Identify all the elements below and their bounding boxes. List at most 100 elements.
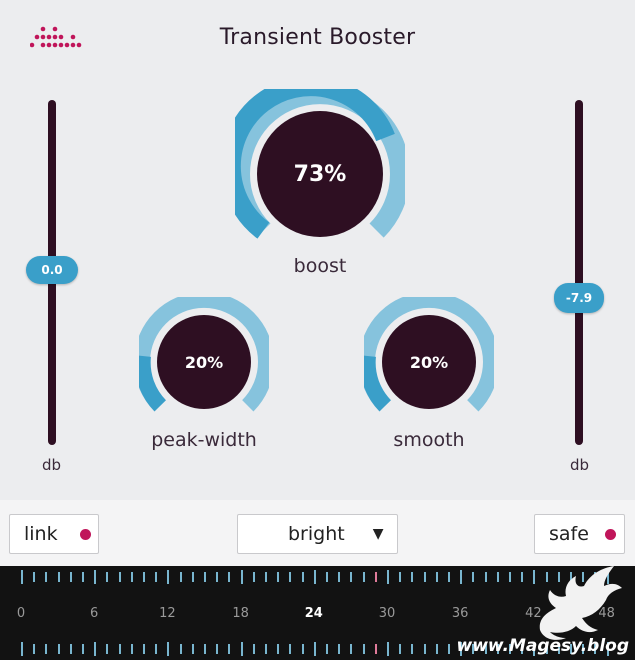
ruler-tick [45,644,48,654]
ruler-tick [216,572,219,582]
ruler-tick [118,644,121,654]
ruler-tick [313,642,316,656]
ruler-tick [240,570,243,584]
ruler-tick [362,644,365,654]
ruler-tick [21,570,23,584]
ruler-tick [460,570,463,584]
smooth-label: smooth [393,429,465,451]
ruler-tick [118,572,121,582]
ruler-tick [326,572,328,582]
ruler-tick [204,644,206,654]
smooth-knob[interactable]: 20% [364,297,494,427]
peak-width-value: 20% [184,352,224,372]
ruler-label: 6 [90,606,99,621]
ruler-tick [167,570,170,584]
ruler-label: 36 [451,606,469,621]
ruler-tick [411,572,414,582]
right-slider-unit: db [570,456,590,474]
ruler-tick [411,644,414,654]
ruler-label: 12 [159,606,176,621]
chevron-down-icon: ▼ [372,526,384,542]
ruler-tick [155,644,158,654]
ruler-tick [94,570,97,584]
ruler-tick [277,644,280,654]
ruler-label: 24 [304,606,323,621]
boost-label: boost [293,255,347,277]
ruler-tick [399,572,402,582]
ruler-tick [374,572,377,582]
ruler-tick [130,572,133,582]
link-indicator-icon [79,528,91,540]
ruler-tick [179,644,182,654]
link-label: link [24,523,58,545]
ruler-tick [326,644,328,654]
boost-knob[interactable]: 73% [235,89,405,259]
mode-dropdown[interactable]: bright ▼ [237,514,398,554]
ruler-tick [94,642,97,656]
ruler-tick [204,572,206,582]
ruler-tick [155,572,158,582]
plugin-title: Transient Booster [219,25,416,50]
ruler-tick [33,572,36,582]
ruler-tick [69,644,72,654]
ruler-tick [167,642,170,656]
safe-indicator-icon [604,528,616,540]
ruler-tick [362,572,365,582]
ruler-tick [313,570,316,584]
ruler-tick [289,572,292,582]
watermark-text: www.Magesy.blog [456,636,629,656]
ruler-tick [448,572,450,582]
right-db-slider-track[interactable] [575,100,583,445]
ruler-tick [33,644,36,654]
ruler-tick [191,644,194,654]
ruler-tick [45,572,48,582]
peak-width-knob[interactable]: 20% [139,297,269,427]
link-button[interactable]: link [9,514,99,554]
safe-button[interactable]: safe [534,514,625,554]
ruler-tick [252,644,255,654]
ruler-tick [143,572,145,582]
ruler-tick [301,644,304,654]
ruler-tick [277,572,280,582]
ruler-tick [57,644,60,654]
ruler-tick [21,642,23,656]
ruler-tick [143,644,145,654]
ruler-tick [435,572,438,582]
ruler-tick [57,572,60,582]
ruler-tick [448,644,450,654]
ruler-label: 0 [16,606,26,621]
ruler-tick [338,644,341,654]
ruler-tick [350,644,353,654]
ruler-tick [301,572,304,582]
ruler-tick [82,644,84,654]
ruler-tick [374,644,377,654]
griffin-logo-icon [539,566,622,640]
ruler-tick [179,572,182,582]
ruler-tick [106,572,109,582]
ruler-tick [350,572,353,582]
ruler-tick [289,644,292,654]
ruler-tick [399,644,402,654]
mode-selected-value: bright [288,523,345,545]
right-db-slider-handle[interactable]: -7.9 [554,283,604,313]
ruler-tick [191,572,194,582]
ruler-tick [265,644,267,654]
ruler-tick [472,572,475,582]
ruler-tick [387,570,389,584]
ruler-tick [82,572,84,582]
left-db-slider-handle[interactable]: 0.0 [26,256,78,284]
ruler-tick [69,572,72,582]
ruler-label: 30 [378,606,396,621]
ruler-tick [240,642,243,656]
ruler-tick [387,642,389,656]
ruler-tick [265,572,267,582]
ruler-tick [106,644,109,654]
ruler-tick [216,644,219,654]
left-slider-unit: db [42,456,62,474]
ruler-tick [130,644,133,654]
smooth-value: 20% [409,352,449,372]
ruler-tick [423,572,426,582]
ruler-tick [496,572,499,582]
ruler-label: 18 [232,606,249,621]
boost-value: 73% [293,161,347,187]
